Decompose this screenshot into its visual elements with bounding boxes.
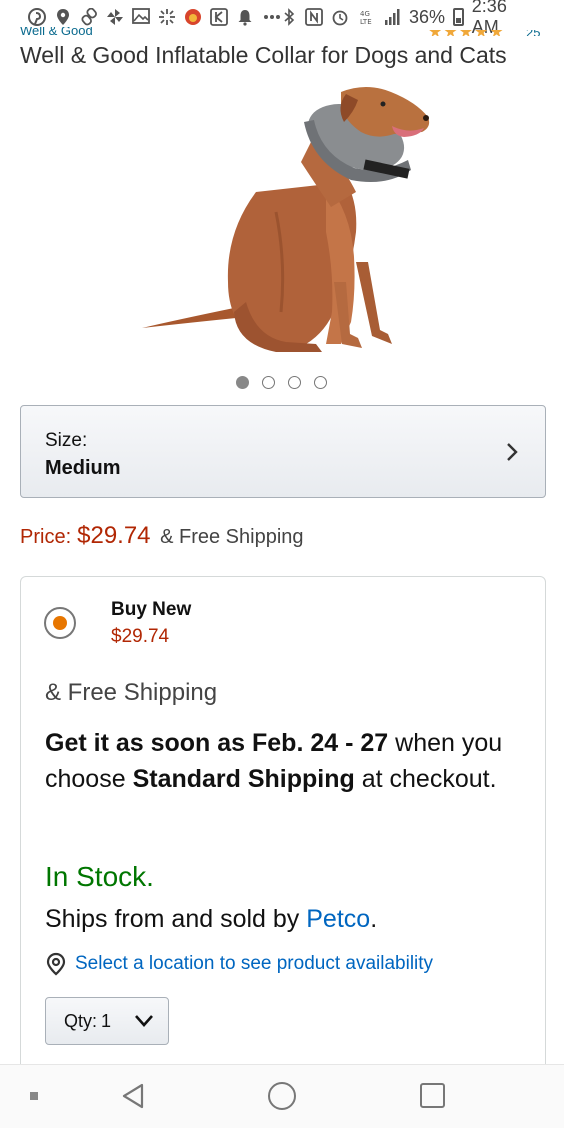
app-icon <box>184 8 202 26</box>
sparkle-icon <box>158 8 176 26</box>
product-title: Well & Good Inflatable Collar for Dogs a… <box>20 42 507 68</box>
quantity-dropdown[interactable]: Qty: 1 <box>45 997 169 1045</box>
brand-link[interactable]: Well & Good <box>20 27 93 35</box>
svg-text:4G: 4G <box>360 10 370 18</box>
chevron-right-icon <box>507 443 518 461</box>
delivery-suffix: at checkout. <box>354 765 497 793</box>
nfc-icon <box>305 8 324 26</box>
more-icon <box>262 8 280 26</box>
size-value: Medium <box>45 457 121 479</box>
notification-icons <box>28 7 280 26</box>
back-icon[interactable] <box>118 1081 148 1111</box>
carousel-dot-1[interactable] <box>236 376 249 389</box>
pinwheel-icon <box>106 8 124 26</box>
ships-from-suffix: . <box>370 905 378 933</box>
delivery-method: Standard Shipping <box>132 765 355 793</box>
svg-text:LTE: LTE <box>360 18 372 26</box>
price-shipping: & Free Shipping <box>160 526 304 548</box>
recent-apps-icon[interactable] <box>420 1083 445 1108</box>
lte-icon: 4G LTE <box>357 8 374 26</box>
nav-indicator-icon <box>30 1092 38 1100</box>
bell-icon <box>236 8 254 26</box>
system-nav-bar <box>0 1064 564 1128</box>
buy-new-radio[interactable] <box>44 607 76 639</box>
size-label: Size: <box>45 430 88 451</box>
signal-icon <box>383 8 401 26</box>
battery-icon <box>453 8 464 26</box>
location-pin-icon <box>46 952 66 976</box>
qty-value: 1 <box>101 1010 112 1031</box>
carousel-dot-3[interactable] <box>288 376 301 389</box>
home-icon[interactable] <box>268 1082 296 1110</box>
location-row[interactable]: Select a location to see product availab… <box>45 952 433 976</box>
qty-label: Qty: <box>64 1010 98 1031</box>
bluetooth-icon <box>280 8 297 26</box>
pinterest-icon <box>28 8 46 26</box>
ships-from-prefix: Ships from and sold by <box>45 905 307 933</box>
location-icon <box>54 8 72 26</box>
price-label: Price: <box>20 526 72 548</box>
alarm-icon <box>331 8 349 26</box>
delivery-date: Get it as soon as Feb. 24 - 27 <box>45 729 389 757</box>
product-image[interactable] <box>136 82 436 356</box>
seller-link[interactable]: Petco <box>306 905 370 933</box>
dog-with-collar-image <box>142 87 430 352</box>
buy-new-price: $29.74 <box>111 626 170 647</box>
free-shipping-text: & Free Shipping <box>45 679 218 706</box>
rating-stars[interactable]: ★★★★★ <box>428 30 505 36</box>
link-icon <box>80 7 98 26</box>
rating-count[interactable]: 25 <box>526 30 540 36</box>
price-amount: $29.74 <box>77 522 151 549</box>
delivery-estimate: Get it as soon as Feb. 24 - 27 when you … <box>45 725 515 797</box>
k-icon <box>210 8 228 26</box>
image-carousel-indicator <box>236 376 327 389</box>
chevron-down-icon <box>135 1015 153 1027</box>
buy-new-label[interactable]: Buy New <box>111 599 191 621</box>
battery-percent: 36% <box>408 6 445 27</box>
price-line: Price: $29.74 & Free Shipping <box>20 522 304 550</box>
image-icon <box>132 8 150 26</box>
buy-box: Buy New $29.74 & Free Shipping Get it as… <box>20 576 546 1096</box>
stock-status: In Stock. <box>45 861 154 892</box>
carousel-dot-2[interactable] <box>262 376 275 389</box>
carousel-dot-4[interactable] <box>314 376 327 389</box>
size-selector[interactable]: Size: Medium <box>20 405 546 498</box>
ships-from: Ships from and sold by Petco. <box>45 905 377 934</box>
select-location-link[interactable]: Select a location to see product availab… <box>75 953 433 975</box>
